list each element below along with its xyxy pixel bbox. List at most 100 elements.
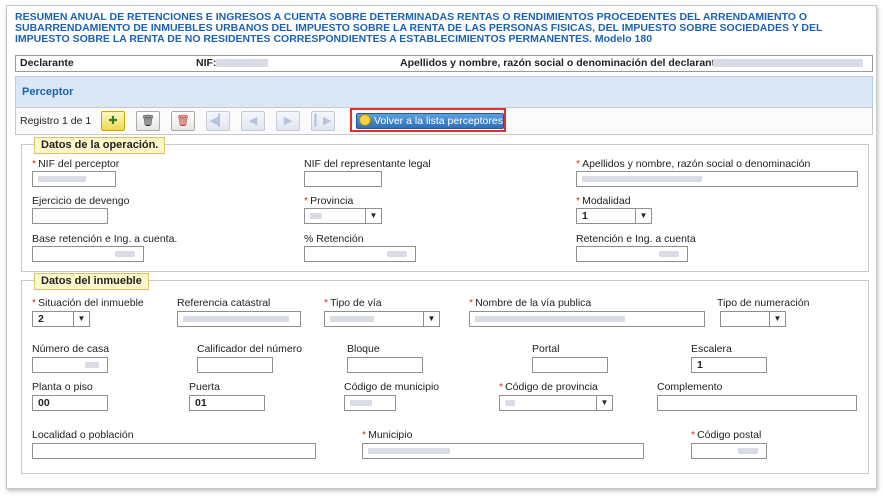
numero-casa-redacted xyxy=(85,362,99,368)
provincia-label: * Provincia xyxy=(304,195,354,207)
municipio-label: * Municipio xyxy=(362,429,413,441)
cod-provincia-select[interactable]: ▼ xyxy=(499,395,613,411)
nif-label: NIF: xyxy=(196,57,217,69)
municipio-redacted xyxy=(368,448,450,454)
codigo-postal-redacted xyxy=(738,448,758,454)
declarante-name-redacted xyxy=(713,59,863,67)
chevron-down-icon: ▼ xyxy=(769,312,785,326)
retencion-input[interactable] xyxy=(576,246,688,262)
municipio-input[interactable] xyxy=(362,443,644,459)
next-record-button[interactable]: ▶ xyxy=(276,111,300,131)
delete-record-button[interactable]: 🗑 xyxy=(136,111,160,131)
nif-representante-input[interactable] xyxy=(304,171,382,187)
codigo-postal-input[interactable] xyxy=(691,443,767,459)
localidad-label: Localidad o población xyxy=(32,429,134,441)
base-redacted xyxy=(115,251,135,257)
cod-provincia-redacted xyxy=(505,400,515,406)
porcentaje-redacted xyxy=(387,251,407,257)
ejercicio-input[interactable] xyxy=(32,208,108,224)
referencia-input[interactable] xyxy=(177,311,301,327)
volver-lista-button[interactable]: Volver a la lista perceptores xyxy=(356,113,504,129)
tipo-numeracion-select[interactable]: ▼ xyxy=(720,311,786,327)
nif-perceptor-label: * NIF del perceptor xyxy=(32,158,120,170)
apellidos-input[interactable] xyxy=(576,171,858,187)
base-input[interactable] xyxy=(32,246,144,262)
form-window: RESUMEN ANUAL DE RETENCIONES E INGRESOS … xyxy=(6,5,877,489)
declarante-label: Declarante xyxy=(20,57,74,69)
localidad-input[interactable] xyxy=(32,443,316,459)
record-toolbar: Registro 1 de 1 ✚ 🗑 🗑 ◀▎ ◀ ▶ ▎▶ Volver a… xyxy=(15,107,873,135)
declarante-bar: Declarante NIF: Apellidos y nombre, razó… xyxy=(15,55,873,72)
chevron-down-icon: ▼ xyxy=(365,209,381,223)
cod-provincia-label: * Código de provincia xyxy=(499,381,598,393)
delete-all-button[interactable]: 🗑 xyxy=(171,111,195,131)
puerta-label: Puerta xyxy=(189,381,220,393)
highlight-box: Volver a la lista perceptores xyxy=(350,108,506,132)
perceptor-title: Perceptor xyxy=(22,86,74,98)
situacion-value: 2 xyxy=(38,313,44,325)
tipo-via-label: * Tipo de vía xyxy=(324,297,382,309)
bloque-input[interactable] xyxy=(347,357,423,373)
porcentaje-label: % Retención xyxy=(304,233,364,245)
cod-municipio-label: Código de municipio xyxy=(344,381,440,393)
base-label: Base retención e Ing. a cuenta. xyxy=(32,233,178,245)
nif-perceptor-input[interactable] xyxy=(32,171,116,187)
codigo-postal-label: * Código postal xyxy=(691,429,762,441)
nif-representante-label: NIF del representante legal xyxy=(304,158,431,170)
situacion-select[interactable]: 2 ▼ xyxy=(32,311,90,327)
tipo-via-redacted xyxy=(330,316,374,322)
trash-red-icon: 🗑 xyxy=(176,115,190,127)
provincia-redacted xyxy=(310,213,322,219)
escalera-input[interactable]: 1 xyxy=(691,357,767,373)
volver-lista-label: Volver a la lista perceptores xyxy=(374,115,503,127)
bloque-label: Bloque xyxy=(347,343,380,355)
cod-municipio-redacted xyxy=(350,400,372,406)
chevron-down-icon: ▼ xyxy=(73,312,89,326)
calificador-input[interactable] xyxy=(197,357,273,373)
tipo-numeracion-label: Tipo de numeración xyxy=(717,297,810,309)
retencion-redacted xyxy=(659,251,679,257)
nombre-via-input[interactable] xyxy=(469,311,705,327)
portal-input[interactable] xyxy=(532,357,608,373)
tipo-via-select[interactable]: ▼ xyxy=(324,311,440,327)
situacion-label: * Situación del inmueble xyxy=(32,297,144,309)
chevron-down-icon: ▼ xyxy=(596,396,612,410)
porcentaje-input[interactable] xyxy=(304,246,416,262)
puerta-input[interactable]: 01 xyxy=(189,395,265,411)
last-icon: ▎▶ xyxy=(314,115,332,127)
complemento-input[interactable] xyxy=(657,395,857,411)
inmueble-legend: Datos del inmueble xyxy=(34,273,149,290)
nif-redacted xyxy=(216,59,268,67)
chevron-down-icon: ▼ xyxy=(423,312,439,326)
portal-label: Portal xyxy=(532,343,560,355)
ejercicio-label: Ejercicio de devengo xyxy=(32,195,130,207)
prev-icon: ◀ xyxy=(248,115,258,127)
last-record-button[interactable]: ▎▶ xyxy=(311,111,335,131)
referencia-label: Referencia catastral xyxy=(177,297,271,309)
calificador-label: Calificador del número xyxy=(197,343,303,355)
inmueble-section: Datos del inmueble * Situación del inmueb… xyxy=(21,273,869,474)
operacion-legend: Datos de la operación. xyxy=(34,137,166,154)
add-record-button[interactable]: ✚ xyxy=(101,111,125,131)
planta-input[interactable]: 00 xyxy=(32,395,108,411)
cod-municipio-input[interactable] xyxy=(344,395,396,411)
provincia-select[interactable]: ▼ xyxy=(304,208,382,224)
apellidos-label: * Apellidos y nombre, razón social o deno… xyxy=(576,158,811,170)
complemento-label: Complemento xyxy=(657,381,723,393)
operacion-section: Datos de la operación. * NIF del percepto… xyxy=(21,137,869,272)
apellidos-redacted xyxy=(582,176,702,182)
add-record-icon: ✚ xyxy=(108,115,118,127)
form-title: RESUMEN ANUAL DE RETENCIONES E INGRESOS … xyxy=(15,11,823,45)
numero-casa-input[interactable] xyxy=(32,357,108,373)
prev-record-button[interactable]: ◀ xyxy=(241,111,265,131)
next-icon: ▶ xyxy=(283,115,293,127)
first-record-button[interactable]: ◀▎ xyxy=(206,111,230,131)
record-counter: Registro 1 de 1 xyxy=(20,115,92,127)
numero-casa-label: Número de casa xyxy=(32,343,110,355)
trash-icon: 🗑 xyxy=(141,115,155,127)
apellidos-declarante-label: Apellidos y nombre, razón social o denom… xyxy=(400,57,728,69)
perceptor-header: Perceptor xyxy=(15,76,873,108)
referencia-redacted xyxy=(183,316,289,322)
modalidad-select[interactable]: 1 ▼ xyxy=(576,208,652,224)
retencion-label: Retención e Ing. a cuenta xyxy=(576,233,696,245)
